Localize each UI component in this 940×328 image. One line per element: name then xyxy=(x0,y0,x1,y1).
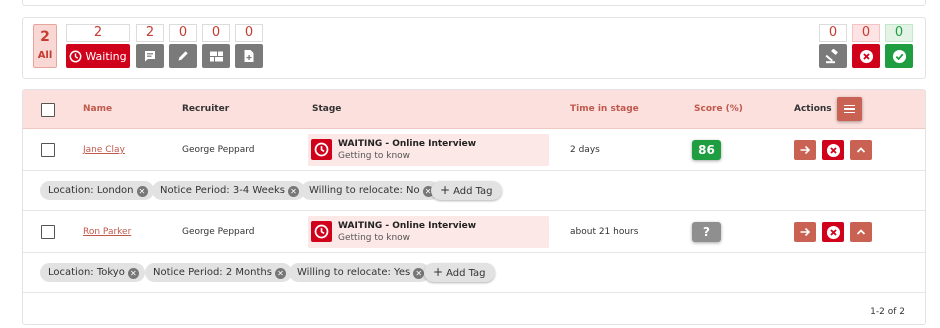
tag-row: Location: Tokyo ✕ Notice Period: 2 Months… xyxy=(23,253,925,293)
add-tag-button[interactable]: + Add Tag xyxy=(424,263,495,282)
filter-gavel-button[interactable] xyxy=(819,44,847,68)
filter-all[interactable]: 2 All xyxy=(33,24,57,68)
tag-label: Notice Period: 2 Months xyxy=(153,267,272,278)
filter-board-count: 0 xyxy=(202,24,230,42)
tag-label: Willing to relocate: Yes xyxy=(297,267,411,278)
add-tag-label: Add Tag xyxy=(446,268,486,279)
x-circle-icon xyxy=(826,143,840,157)
chevron-up-icon xyxy=(856,147,866,153)
x-circle-icon xyxy=(859,49,873,63)
tag-chip[interactable]: Location: London ✕ xyxy=(40,181,154,200)
tag-label: Notice Period: 3-4 Weeks xyxy=(160,185,285,196)
filter-edit-button[interactable] xyxy=(169,44,197,68)
filter-document-count: 0 xyxy=(235,24,263,42)
clock-icon xyxy=(311,139,332,160)
expand-button[interactable] xyxy=(850,140,872,160)
stage-filter-bar: 2 All 2 Waiting 2 0 0 0 0 0 0 xyxy=(22,17,926,79)
filter-waiting-button[interactable]: Waiting xyxy=(66,44,130,68)
tag-chip[interactable]: Notice Period: 3-4 Weeks ✕ xyxy=(152,181,305,200)
plus-icon: + xyxy=(433,265,444,279)
check-circle-icon xyxy=(892,49,906,63)
filter-edit-count: 0 xyxy=(169,24,197,42)
comment-icon xyxy=(145,51,155,62)
recruiter-name: George Peppard xyxy=(182,145,255,155)
time-in-stage: about 21 hours xyxy=(570,227,639,237)
filter-comments-button[interactable] xyxy=(136,44,164,68)
tag-label: Location: London xyxy=(48,185,134,196)
remove-tag-icon[interactable]: ✕ xyxy=(413,268,425,279)
x-circle-icon xyxy=(826,225,840,239)
tag-label: Location: Tokyo xyxy=(48,267,125,278)
table-row: Ron Parker George Peppard WAITING - Onli… xyxy=(23,211,925,253)
stage-title: WAITING - Online Interview xyxy=(338,139,477,149)
reject-button[interactable] xyxy=(822,140,844,160)
score-badge: 86 xyxy=(692,140,721,160)
gavel-icon xyxy=(825,48,838,63)
table-row: Jane Clay George Peppard WAITING - Onlin… xyxy=(23,129,925,171)
filter-waiting-label: Waiting xyxy=(85,49,127,63)
time-in-stage: 2 days xyxy=(570,145,600,155)
advance-button[interactable] xyxy=(794,140,816,160)
remove-tag-icon[interactable]: ✕ xyxy=(136,186,148,197)
filter-rejected-button[interactable] xyxy=(852,44,880,68)
remove-tag-icon[interactable]: ✕ xyxy=(287,186,299,197)
header-score[interactable]: Score (%) xyxy=(694,104,743,114)
filter-accepted-count: 0 xyxy=(885,24,913,42)
tag-row: Location: London ✕ Notice Period: 3-4 Wee… xyxy=(23,171,925,211)
add-tag-button[interactable]: + Add Tag xyxy=(431,181,502,200)
tag-chip[interactable]: Willing to relocate: Yes ✕ xyxy=(289,263,431,282)
table-header: Name Recruiter Stage Time in stage Score… xyxy=(23,90,925,129)
tag-label: Willing to relocate: No xyxy=(309,185,420,196)
stage-cell: WAITING - Online Interview Getting to kn… xyxy=(308,134,549,166)
arrow-right-icon xyxy=(800,145,811,155)
remove-tag-icon[interactable]: ✕ xyxy=(127,268,139,279)
row-checkbox[interactable] xyxy=(41,143,55,157)
pagination-info: 1-2 of 2 xyxy=(870,307,905,317)
filter-all-count: 2 xyxy=(40,29,50,45)
chevron-up-icon xyxy=(856,229,866,235)
clock-icon xyxy=(311,221,332,242)
filter-comments-count: 2 xyxy=(136,24,164,42)
header-actions: Actions xyxy=(794,104,832,114)
filter-accepted-button[interactable] xyxy=(885,44,913,68)
board-icon xyxy=(209,51,223,61)
plus-icon: + xyxy=(440,183,451,197)
candidate-name-link[interactable]: Jane Clay xyxy=(83,145,125,155)
row-checkbox[interactable] xyxy=(41,225,55,239)
header-time-in-stage[interactable]: Time in stage xyxy=(570,104,639,114)
remove-tag-icon[interactable]: ✕ xyxy=(274,268,286,279)
filter-waiting-count: 2 xyxy=(66,24,130,42)
actions-menu-button[interactable] xyxy=(837,97,862,121)
candidates-table: Name Recruiter Stage Time in stage Score… xyxy=(22,89,926,325)
stage-title: WAITING - Online Interview xyxy=(338,221,477,231)
candidate-name-link[interactable]: Ron Parker xyxy=(83,227,131,237)
advance-button[interactable] xyxy=(794,222,816,242)
filter-rejected-count: 0 xyxy=(852,24,880,42)
top-panel-edge xyxy=(22,0,926,6)
tag-chip[interactable]: Willing to relocate: No ✕ xyxy=(301,181,440,200)
stage-subtitle: Getting to know xyxy=(338,151,411,161)
header-recruiter: Recruiter xyxy=(182,104,230,114)
filter-gavel-count: 0 xyxy=(819,24,847,42)
expand-button[interactable] xyxy=(850,222,872,242)
clock-icon xyxy=(69,50,82,62)
select-all-checkbox[interactable] xyxy=(41,103,55,117)
header-stage: Stage xyxy=(312,104,342,114)
filter-document-button[interactable] xyxy=(235,44,263,68)
arrow-right-icon xyxy=(800,227,811,237)
filter-all-label: All xyxy=(37,50,53,61)
stage-cell: WAITING - Online Interview Getting to kn… xyxy=(308,216,549,248)
tag-chip[interactable]: Location: Tokyo ✕ xyxy=(40,263,145,282)
add-tag-label: Add Tag xyxy=(453,186,493,197)
filter-board-button[interactable] xyxy=(202,44,230,68)
recruiter-name: George Peppard xyxy=(182,227,255,237)
stage-subtitle: Getting to know xyxy=(338,233,411,243)
header-name[interactable]: Name xyxy=(83,104,112,114)
score-badge: ? xyxy=(692,222,721,242)
reject-button[interactable] xyxy=(822,222,844,242)
tag-chip[interactable]: Notice Period: 2 Months ✕ xyxy=(145,263,292,282)
pencil-icon xyxy=(178,51,188,61)
document-add-icon xyxy=(244,50,254,62)
